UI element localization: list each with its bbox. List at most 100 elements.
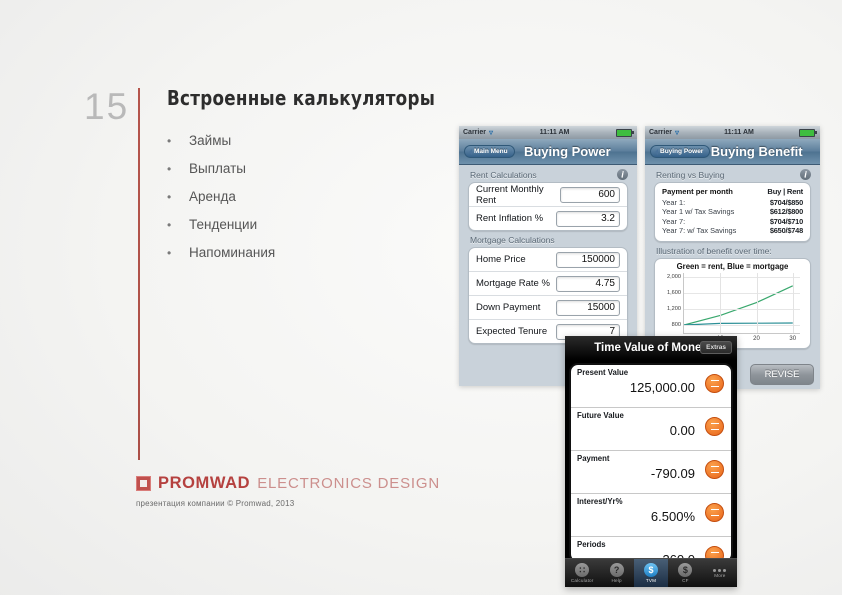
list-item: • Напоминания: [167, 245, 275, 273]
table-row[interactable]: Down Payment 15000: [469, 296, 627, 320]
chart-gridline-h: [684, 276, 800, 278]
chart-gridline-h: [684, 292, 800, 294]
field-value[interactable]: 6.500%: [577, 509, 725, 524]
chart-gridline-h: [684, 324, 800, 326]
nav-title: Buying Benefit: [710, 144, 803, 159]
table-row[interactable]: Rent Inflation % 3.2: [469, 207, 627, 230]
bullet-dot-icon: •: [167, 190, 172, 204]
table-row[interactable]: Home Price 150000: [469, 248, 627, 272]
down-payment-input[interactable]: 15000: [556, 299, 620, 316]
table-row[interactable]: Mortgage Rate % 4.75: [469, 272, 627, 296]
field-value[interactable]: 0.00: [577, 423, 725, 438]
equals-button[interactable]: [705, 460, 724, 479]
tab-label: More: [714, 572, 726, 578]
rent-input[interactable]: 600: [560, 186, 620, 203]
tab-label: Help: [611, 578, 622, 583]
field-label: Home Price: [476, 254, 526, 265]
field-label: Expected Tenure: [476, 326, 548, 337]
equals-button[interactable]: [705, 374, 724, 393]
section-header-label: Rent Calculations: [470, 169, 537, 180]
chart-gridline-v: [756, 272, 758, 333]
table-row: Year 1: $704/$850: [662, 198, 803, 208]
tvm-row-payment[interactable]: Payment -790.09: [571, 451, 731, 494]
rent-inflation-input[interactable]: 3.2: [556, 210, 620, 227]
back-button[interactable]: Buying Power: [650, 145, 711, 158]
equals-button[interactable]: [705, 503, 724, 522]
tab-cf[interactable]: $ CF: [668, 559, 702, 587]
chart-gridline-h: [684, 308, 800, 310]
footer-note: презентация компании © Promwad, 2013: [136, 499, 295, 508]
status-time: 11:11 AM: [724, 129, 754, 136]
info-icon[interactable]: i: [617, 169, 628, 180]
extras-button[interactable]: Extras: [700, 341, 732, 354]
list-item-label: Выплаты: [189, 161, 246, 176]
list-item-label: Напоминания: [189, 245, 276, 260]
row-label: Year 1:: [662, 197, 686, 207]
comparison-table: Payment per month Buy | Rent Year 1: $70…: [654, 182, 811, 242]
bullet-dot-icon: •: [167, 218, 172, 232]
tvm-row-future-value[interactable]: Future Value 0.00: [571, 408, 731, 451]
field-value[interactable]: -790.09: [577, 466, 725, 481]
tab-calculator[interactable]: ∷ Calculator: [565, 559, 599, 587]
column-header-values: Buy | Rent: [767, 187, 803, 196]
mortgage-rate-input[interactable]: 4.75: [556, 275, 620, 292]
home-price-input[interactable]: 150000: [556, 251, 620, 268]
calculator-icon: ∷: [575, 563, 590, 577]
chart-ytick-label: 1,600: [667, 289, 681, 296]
battery-icon: [799, 128, 817, 137]
accent-rule: [138, 88, 140, 460]
chart-title: Green = rent, Blue = mortgage: [676, 261, 789, 271]
row-label: Year 7:: [662, 216, 686, 226]
bullet-dot-icon: •: [167, 134, 172, 148]
revise-button[interactable]: REVISE: [750, 364, 814, 385]
row-value: $704/$710: [769, 216, 803, 226]
chart-gridline-v: [792, 272, 794, 333]
tab-tvm[interactable]: $ TVM: [633, 559, 669, 587]
brand-name: PROMWAD: [158, 474, 251, 492]
section-header-mortgage: Mortgage Calculations: [459, 231, 637, 247]
table-row[interactable]: Current Monthly Rent 600: [469, 183, 627, 207]
nav-bar: Buying Power Buying Benefit: [645, 139, 820, 165]
slide-number: 15: [84, 86, 130, 127]
tvm-row-present-value[interactable]: Present Value 125,000.00: [571, 365, 731, 408]
chart-gridline-v: [720, 272, 722, 333]
table-row: Year 7: $704/$710: [662, 217, 803, 227]
more-dots-icon: [713, 568, 727, 572]
chart-caption: Illustration of benefit over time:: [645, 242, 820, 258]
feature-bullet-list: • Займы • Выплаты • Аренда • Тенденции •…: [167, 133, 275, 273]
chart-ytick-label: 2,000: [667, 273, 681, 280]
section-header-rent: Rent Calculations i: [459, 165, 637, 182]
footer: PROMWAD ELECTRONICS DESIGN презентация к…: [136, 474, 440, 508]
status-bar: Carrier ▿ 11:11 AM: [645, 126, 820, 139]
carrier-label: Carrier: [649, 129, 672, 136]
bullet-dot-icon: •: [167, 162, 172, 176]
back-button[interactable]: Main Menu: [464, 145, 515, 158]
list-item-label: Аренда: [189, 189, 236, 204]
field-label: Mortgage Rate %: [476, 278, 550, 289]
table-header-row: Payment per month Buy | Rent: [662, 187, 803, 197]
carrier-label: Carrier: [463, 129, 486, 136]
tab-help[interactable]: ? Help: [599, 559, 633, 587]
field-value[interactable]: 125,000.00: [577, 380, 725, 395]
field-label: Payment: [577, 454, 610, 463]
tab-more[interactable]: More: [703, 559, 737, 587]
bullet-dot-icon: •: [167, 246, 172, 260]
tab-bar: ∷ Calculator ? Help $ TVM $ CF More: [565, 558, 737, 587]
chart-plot-area: 8001,2001,6002,000102030: [667, 272, 800, 342]
list-item: • Тенденции: [167, 217, 275, 245]
field-label: Periods: [577, 540, 606, 549]
info-icon[interactable]: i: [800, 169, 811, 180]
row-value: $650/$748: [769, 226, 803, 236]
equals-button[interactable]: [705, 417, 724, 436]
nav-bar: Main Menu Buying Power: [459, 139, 637, 165]
tab-label: CF: [682, 578, 689, 583]
tab-label: Calculator: [570, 578, 594, 583]
time-value-of-money-panel: Time Value of Money Extras Present Value…: [565, 336, 737, 587]
list-item: • Займы: [167, 133, 275, 161]
section-header-renting-vs-buying: Renting vs Buying i: [645, 165, 820, 182]
tvm-row-interest[interactable]: Interest/Yr% 6.500%: [571, 494, 731, 537]
status-bar: Carrier ▿ 11:11 AM: [459, 126, 637, 139]
status-time: 11:11 AM: [539, 129, 570, 136]
mortgage-calculations-group: Home Price 150000 Mortgage Rate % 4.75 D…: [468, 247, 628, 344]
chart-series-rent: [684, 286, 793, 325]
